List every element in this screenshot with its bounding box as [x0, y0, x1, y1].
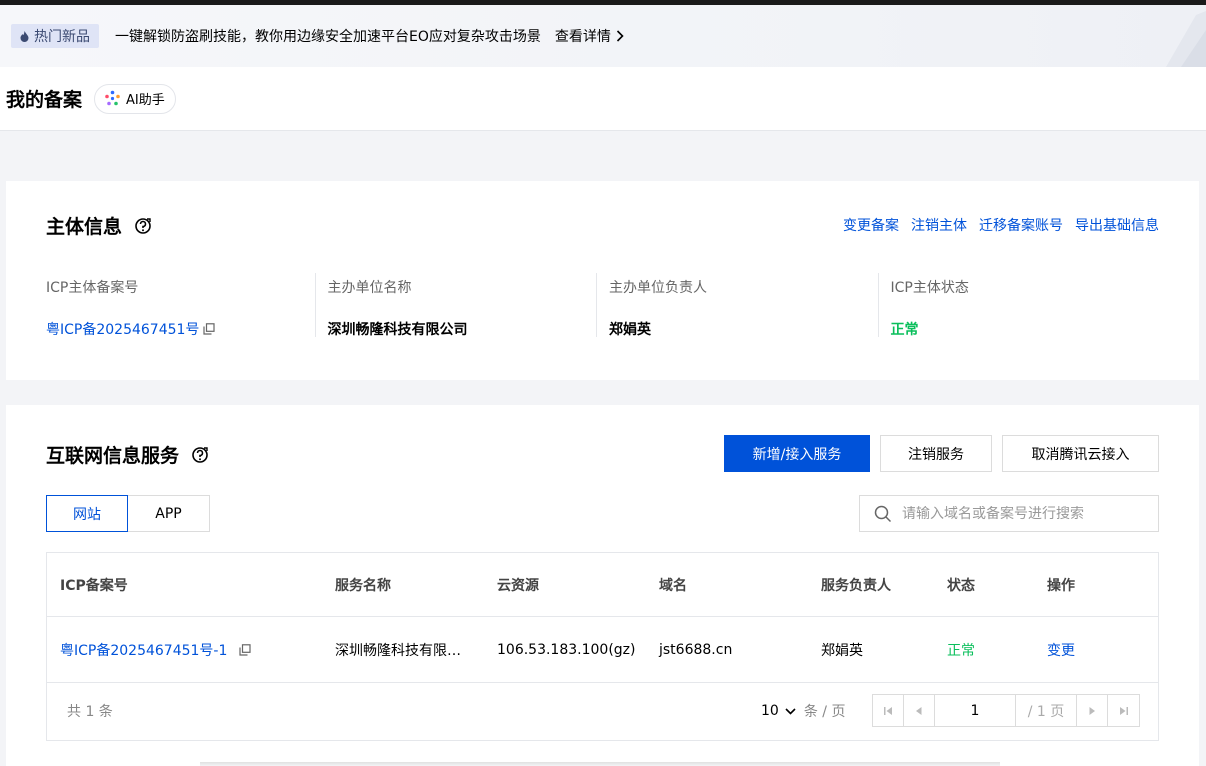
- cancel-service-button[interactable]: 注销服务: [880, 435, 992, 472]
- help-icon[interactable]: [191, 446, 209, 464]
- page-size-selector: 10 条 / 页: [761, 701, 845, 721]
- chevron-right-icon: [616, 30, 624, 42]
- total-count: 共 1 条: [67, 704, 113, 720]
- services-table: ICP备案号 服务名称 云资源 域名 服务负责人 状态 操作 粤ICP备2025…: [46, 552, 1159, 741]
- unlink-tencent-cloud-button[interactable]: 取消腾讯云接入: [1002, 435, 1159, 472]
- icp-subject-status-field: ICP主体状态 正常: [877, 273, 1160, 338]
- prev-page-button[interactable]: [904, 695, 935, 726]
- chevron-down-icon: [785, 707, 796, 715]
- ai-sparkle-icon: [105, 90, 120, 106]
- icp-subject-number-field: ICP主体备案号 粤ICP备2025467451号: [46, 273, 315, 339]
- subject-info-title-text: 主体信息: [46, 216, 123, 238]
- search-icon: [874, 505, 892, 522]
- last-page-icon: [1119, 706, 1128, 715]
- help-icon[interactable]: [134, 217, 152, 235]
- tab-website[interactable]: 网站: [46, 495, 128, 532]
- subject-info-title: 主体信息: [46, 212, 152, 239]
- column-header: 服务负责人: [821, 577, 891, 594]
- column-header: 状态: [947, 577, 975, 594]
- icp-number-link[interactable]: 粤ICP备2025467451号-1: [60, 640, 227, 660]
- organizer-name-field: 主办单位名称 深圳畅隆科技有限公司: [314, 273, 597, 338]
- organizer-owner-value: 郑娟英: [609, 322, 651, 338]
- page-size-unit: 条 / 页: [803, 704, 846, 720]
- pagination: 1 / 1 页: [872, 694, 1140, 727]
- prev-page-icon: [916, 706, 922, 715]
- service-name-cell: 深圳畅隆科技有限…: [335, 642, 461, 659]
- migrate-account-link[interactable]: 迁移备案账号: [979, 215, 1063, 235]
- services-toolbar: 新增/接入服务 注销服务 取消腾讯云接入: [724, 435, 1159, 472]
- first-page-icon: [884, 706, 892, 715]
- search-box: [859, 495, 1159, 532]
- table-header: ICP备案号 服务名称 云资源 域名 服务负责人 状态 操作: [47, 553, 1158, 617]
- column-header: 操作: [1047, 577, 1075, 594]
- icp-subject-number-value: 粤ICP备2025467451号: [46, 319, 315, 339]
- service-type-tabs: 网站 APP: [46, 495, 210, 532]
- service-owner-cell: 郑娟英: [821, 642, 863, 659]
- export-info-link[interactable]: 导出基础信息: [1075, 215, 1159, 235]
- icp-subject-number-text[interactable]: 粤ICP备2025467451号: [46, 319, 199, 339]
- ai-assistant-label: AI助手: [126, 93, 165, 108]
- change-filing-link[interactable]: 变更备案: [843, 215, 899, 235]
- subject-actions: 变更备案 注销主体 迁移备案账号 导出基础信息: [843, 215, 1159, 235]
- field-label: ICP主体状态: [890, 280, 969, 296]
- table-row: 粤ICP备2025467451号-1 深圳畅隆科技有限… 106.53.183.…: [47, 617, 1158, 683]
- add-service-button[interactable]: 新增/接入服务: [724, 435, 870, 472]
- organizer-owner-field: 主办单位负责人 郑娟英: [596, 273, 878, 338]
- page-header: 我的备案 AI助手: [0, 67, 1206, 131]
- next-page-icon: [1089, 706, 1095, 715]
- page-number-input[interactable]: 1: [935, 695, 1016, 726]
- column-header: 域名: [659, 577, 687, 594]
- domain-cell: jst6688.cn: [659, 641, 733, 658]
- banner-text: 一键解锁防盗刷技能，教你用边缘安全加速平台EO应对复杂攻击场景: [115, 29, 541, 45]
- icp-number-cell: 粤ICP备2025467451号-1: [47, 640, 335, 660]
- ai-assistant-button[interactable]: AI助手: [94, 83, 176, 114]
- hot-new-tag-label: 热门新品: [34, 29, 90, 45]
- change-action-link[interactable]: 变更: [1047, 640, 1157, 660]
- column-header: ICP备案号: [60, 577, 128, 594]
- tab-app[interactable]: APP: [128, 495, 210, 532]
- services-title-text: 互联网信息服务: [46, 445, 180, 467]
- page-size-dropdown[interactable]: 10: [761, 703, 796, 719]
- search-input[interactable]: [902, 505, 1142, 522]
- promo-banner: 热门新品 一键解锁防盗刷技能，教你用边缘安全加速平台EO应对复杂攻击场景 查看详…: [0, 5, 1206, 67]
- field-label: ICP主体备案号: [46, 280, 139, 296]
- view-details-label: 查看详情: [554, 29, 611, 45]
- page-size-value: 10: [761, 703, 779, 719]
- cancel-subject-link[interactable]: 注销主体: [911, 215, 967, 235]
- field-label: 主办单位负责人: [609, 280, 707, 296]
- copy-icon[interactable]: [203, 323, 216, 335]
- first-page-button[interactable]: [873, 695, 904, 726]
- hot-new-tag: 热门新品: [11, 24, 99, 48]
- subject-info-card: 主体信息 变更备案 注销主体 迁移备案账号 导出基础信息 ICP主体备案号 粤I…: [6, 181, 1199, 380]
- subject-info-grid: ICP主体备案号 粤ICP备2025467451号 主办单位名称 深圳畅隆科技有…: [46, 273, 1160, 339]
- copy-icon[interactable]: [239, 643, 251, 656]
- status-badge: 正常: [947, 642, 975, 659]
- flame-icon: [20, 30, 29, 42]
- field-label: 主办单位名称: [327, 280, 412, 296]
- page-title: 我的备案: [6, 89, 83, 111]
- last-page-button[interactable]: [1108, 695, 1139, 726]
- total-pages: / 1 页: [1016, 695, 1077, 726]
- view-details-link[interactable]: 查看详情: [555, 26, 624, 46]
- next-page-button[interactable]: [1077, 695, 1108, 726]
- column-header: 服务名称: [335, 577, 391, 594]
- status-badge: 正常: [890, 322, 919, 338]
- services-title: 互联网信息服务: [46, 441, 209, 468]
- column-header: 云资源: [497, 577, 539, 594]
- organizer-name-value: 深圳畅隆科技有限公司: [327, 322, 468, 338]
- cloud-resource-cell: 106.53.183.100(gz): [497, 641, 636, 658]
- services-card: 互联网信息服务 新增/接入服务 注销服务 取消腾讯云接入 网站 APP ICP备…: [6, 405, 1199, 766]
- bottom-shadow: [200, 762, 1000, 766]
- banner-decoration-icon: [1166, 11, 1206, 67]
- table-footer: 共 1 条 10 条 / 页 1 / 1 页: [47, 683, 1158, 739]
